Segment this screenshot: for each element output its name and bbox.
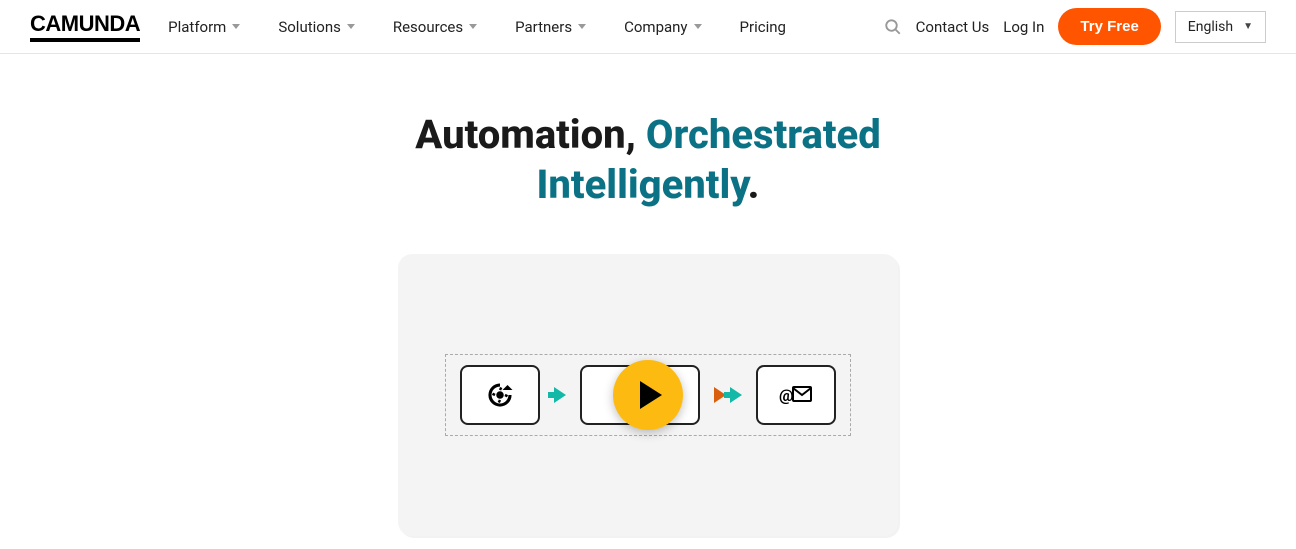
hero-section: Automation, Orchestrated Intelligently. …	[0, 54, 1296, 536]
cycle-gear-icon	[485, 380, 515, 410]
arrow-right-icon	[730, 387, 742, 403]
workflow-step-end: @	[756, 365, 836, 425]
play-icon	[640, 381, 662, 409]
primary-nav: Platform Solutions Resources Partners Co…	[168, 18, 786, 36]
nav-platform[interactable]: Platform	[168, 18, 240, 36]
contact-link[interactable]: Contact Us	[916, 18, 990, 36]
nav-label: Platform	[168, 18, 226, 36]
chevron-down-icon	[232, 24, 240, 29]
play-button[interactable]	[613, 360, 683, 430]
language-label: English	[1188, 19, 1233, 35]
headline-period: .	[748, 161, 760, 208]
svg-text:@: @	[779, 386, 793, 405]
utility-nav: Contact Us Log In Try Free English ▼	[884, 8, 1266, 45]
nav-label: Resources	[393, 18, 463, 36]
arrow-right-icon	[554, 387, 566, 403]
nav-resources[interactable]: Resources	[393, 18, 477, 36]
chevron-down-icon	[347, 24, 355, 29]
try-free-button[interactable]: Try Free	[1058, 8, 1160, 45]
language-selector[interactable]: English ▼	[1175, 11, 1266, 43]
headline-part-accent: Intelligently	[537, 161, 748, 208]
chevron-down-icon	[469, 24, 477, 29]
nav-solutions[interactable]: Solutions	[278, 18, 355, 36]
nav-label: Company	[624, 18, 687, 36]
login-link[interactable]: Log In	[1003, 18, 1044, 36]
nav-partners[interactable]: Partners	[515, 18, 586, 36]
workflow-step-start	[460, 365, 540, 425]
search-icon[interactable]	[884, 18, 902, 36]
headline-part-accent: Orchestrated	[646, 111, 881, 158]
chevron-down-icon	[694, 24, 702, 29]
nav-pricing[interactable]: Pricing	[740, 18, 786, 36]
hero-video[interactable]: @	[398, 254, 898, 536]
nav-label: Partners	[515, 18, 572, 36]
headline-part-plain: Automation,	[415, 111, 646, 158]
hero-headline: Automation, Orchestrated Intelligently.	[0, 110, 1296, 210]
chevron-down-icon	[578, 24, 586, 29]
nav-label: Pricing	[740, 18, 786, 36]
at-mail-icon: @	[779, 383, 813, 407]
nav-label: Solutions	[278, 18, 341, 36]
chevron-down-icon: ▼	[1243, 21, 1253, 32]
site-header: CAMUNDA Platform Solutions Resources Par…	[0, 0, 1296, 54]
nav-company[interactable]: Company	[624, 18, 701, 36]
brand-logo[interactable]: CAMUNDA	[30, 11, 140, 42]
